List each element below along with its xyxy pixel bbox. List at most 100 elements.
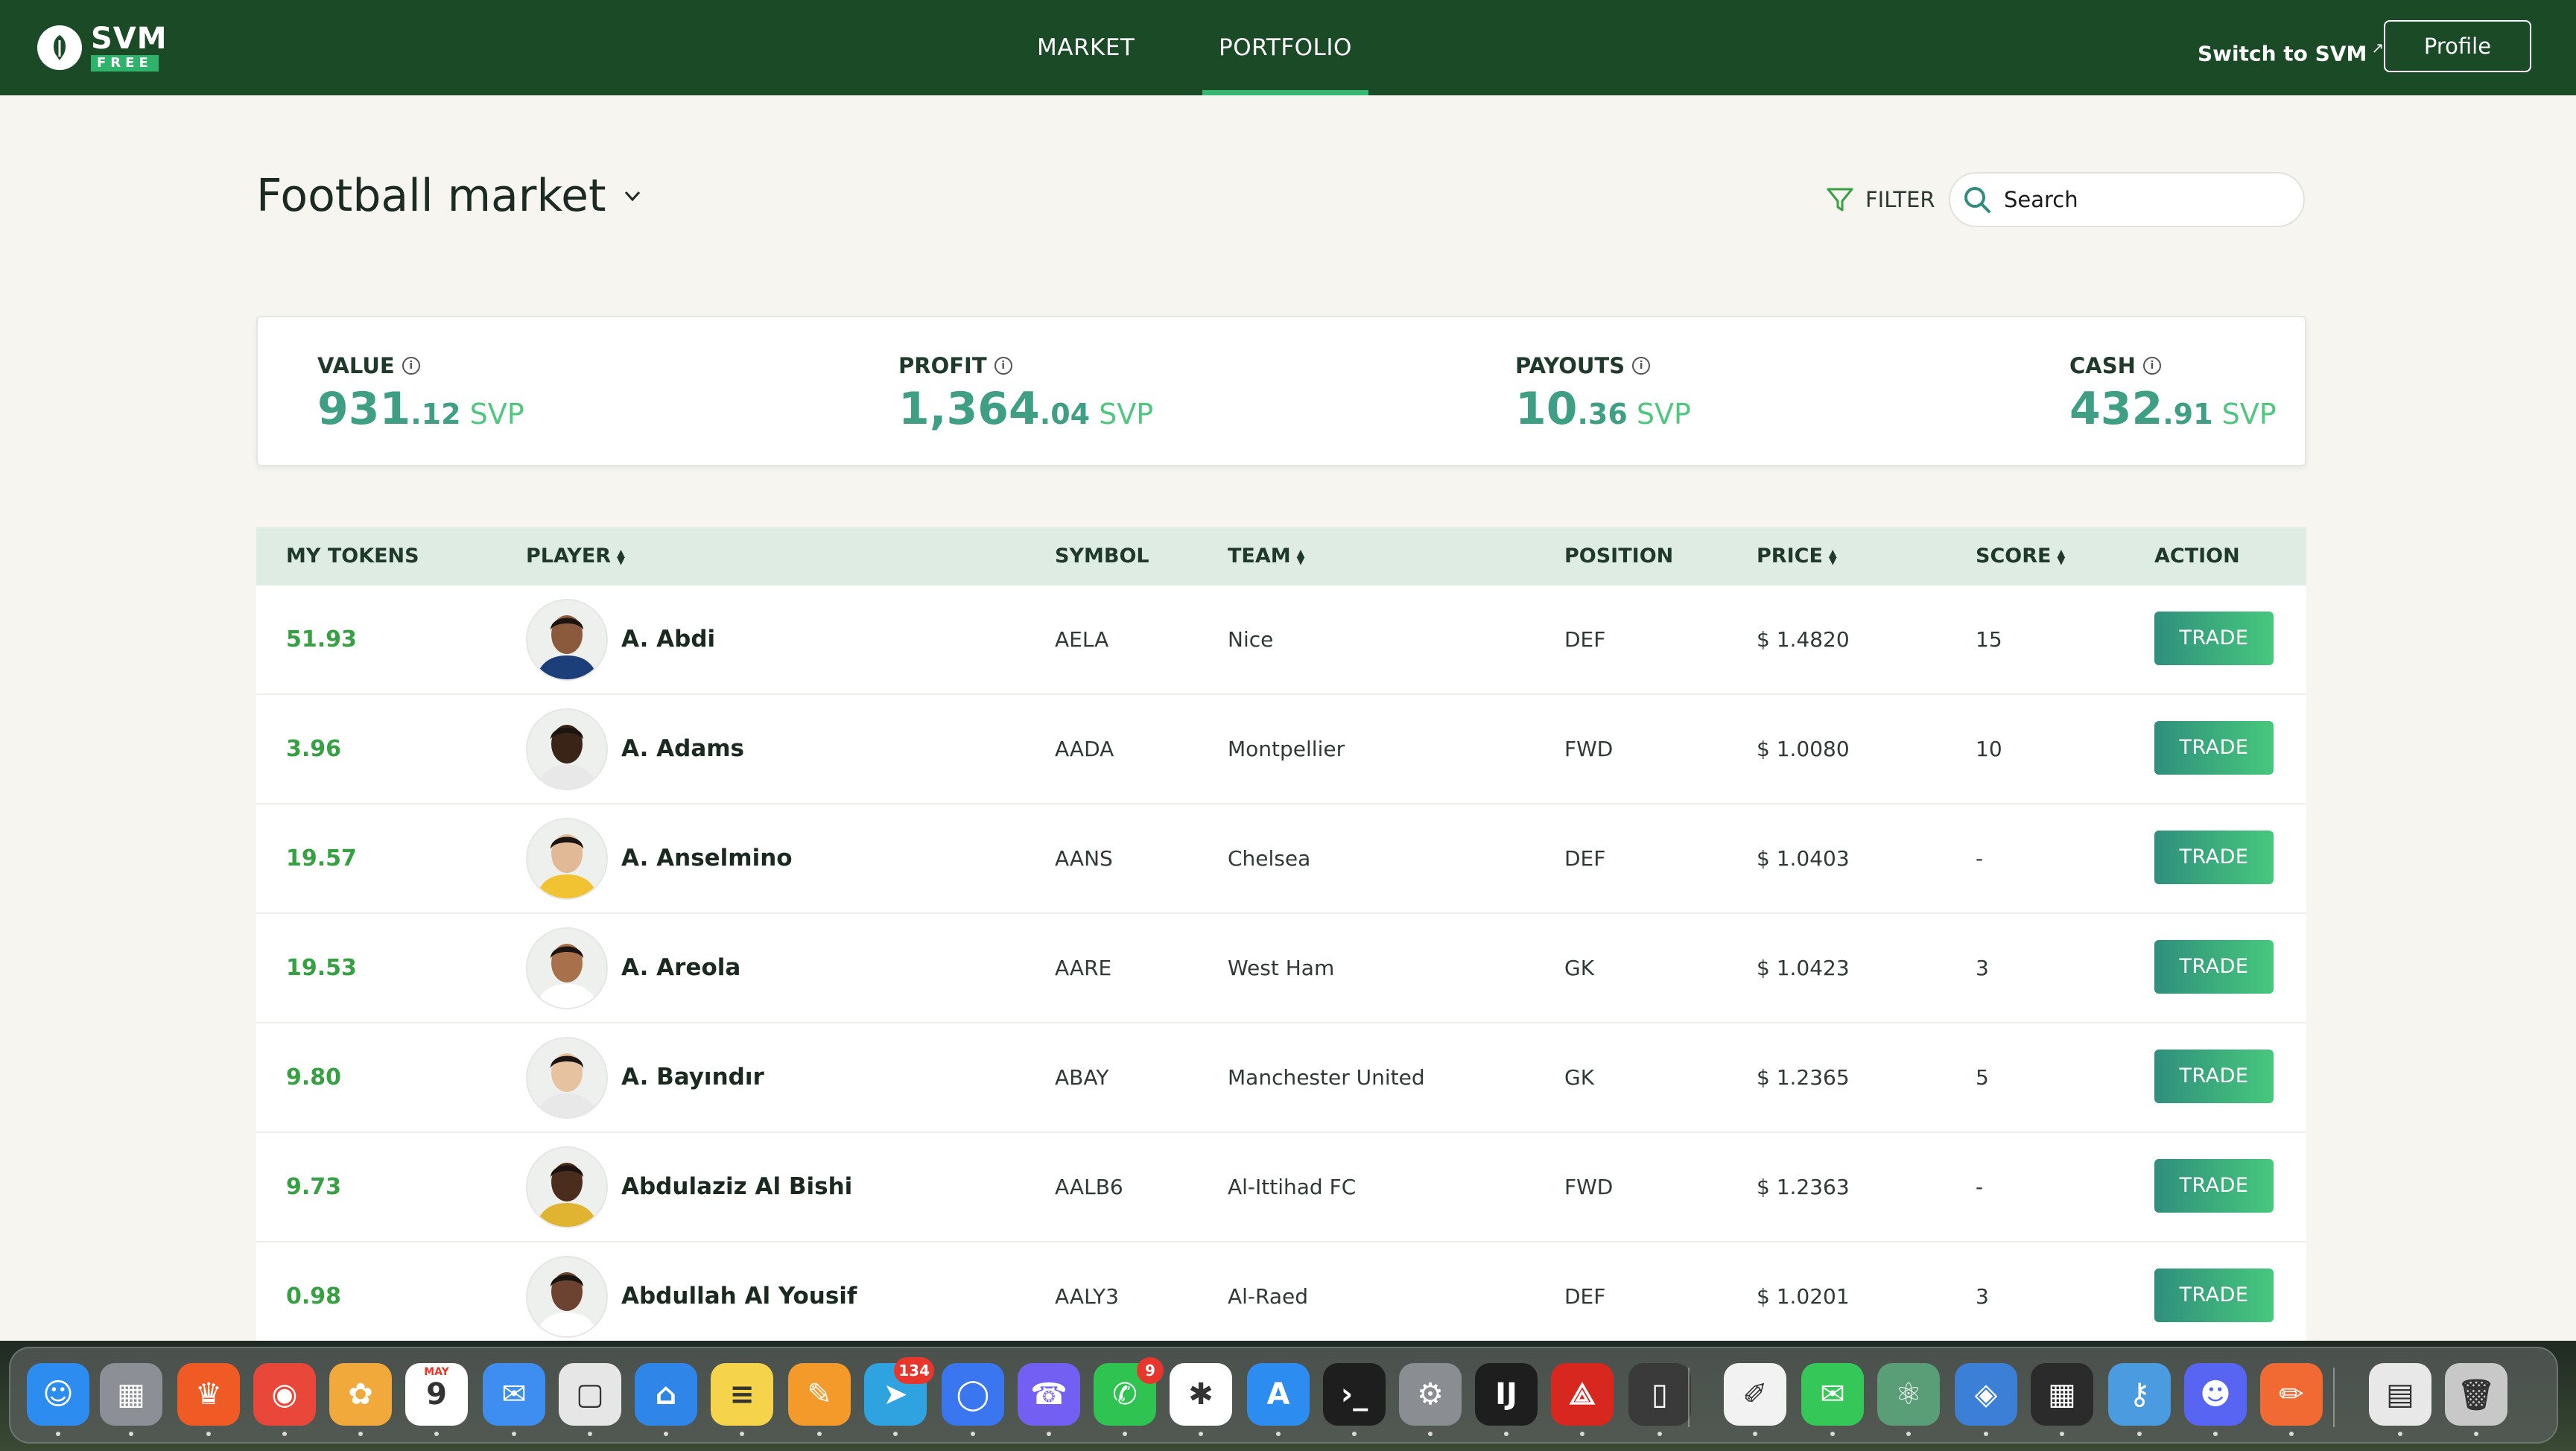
filter-button[interactable]: FILTER	[1824, 181, 1935, 218]
stat-unit: SVP	[1099, 398, 1154, 431]
app-store-icon[interactable]: A	[1247, 1363, 1310, 1436]
dock-glyph: ✱	[1188, 1377, 1214, 1412]
cell-position: FWD	[1564, 1175, 1614, 1199]
nav-active-indicator	[1202, 90, 1368, 95]
trade-button[interactable]: TRADE	[2154, 1269, 2274, 1322]
running-indicator	[2398, 1432, 2402, 1436]
trade-button[interactable]: TRADE	[2154, 940, 2274, 994]
cell-player[interactable]: Abdulaziz Al Bishi	[526, 1133, 852, 1241]
trade-button[interactable]: TRADE	[2154, 721, 2274, 775]
search-box[interactable]	[1949, 172, 2305, 227]
info-icon[interactable]: i	[994, 357, 1012, 375]
keynote-icon[interactable]: ⌂	[635, 1363, 697, 1436]
cell-player[interactable]: A. Abdi	[526, 585, 715, 693]
cell-position: FWD	[1564, 737, 1614, 761]
column-header-price[interactable]: PRICE ▲ ▼	[1757, 527, 1837, 585]
cell-player[interactable]: A. Bayındır	[526, 1023, 764, 1131]
cell-player[interactable]: A. Adams	[526, 695, 744, 803]
atom-icon[interactable]: ⚛	[1877, 1363, 1940, 1436]
downloads-stack-icon[interactable]: ▤	[2369, 1363, 2431, 1436]
table-row[interactable]: 3.96 A. Adams AADA Montpellier FWD $ 1.0080 10…	[256, 695, 2306, 804]
player-avatar	[526, 708, 608, 790]
calendar-icon[interactable]: MAY 9	[405, 1363, 468, 1436]
table-row[interactable]: 51.93 A. Abdi AELA Nice DEF $ 1.4820 15 TRADE	[256, 585, 2306, 695]
whatsapp-icon[interactable]: ✆ 9	[1094, 1357, 1164, 1436]
running-indicator	[740, 1432, 744, 1436]
discord-icon[interactable]: ☻	[2184, 1363, 2247, 1436]
intellij-icon[interactable]: IJ	[1475, 1363, 1538, 1436]
cell-tokens: 51.93	[286, 626, 357, 653]
trade-button[interactable]: TRADE	[2154, 612, 2274, 665]
screenshot-icon[interactable]: ◈	[1955, 1363, 2017, 1436]
player-name: A. Abdi	[621, 626, 716, 653]
switch-to-svm-link[interactable]: Switch to SVM ↗	[2198, 0, 2384, 95]
cell-player[interactable]: A. Areola	[526, 914, 740, 1022]
terminal-icon[interactable]: ›_	[1323, 1363, 1386, 1436]
table-row[interactable]: 9.80 A. Bayındır ABAY Manchester United GK $ …	[256, 1023, 2306, 1133]
player-avatar	[526, 927, 608, 1009]
sort-icon: ▲ ▼	[1828, 547, 1837, 567]
running-indicator	[1123, 1432, 1127, 1436]
signal-icon[interactable]: ◯	[942, 1363, 1004, 1436]
cell-price: $ 1.0201	[1757, 1284, 1850, 1309]
photos-icon[interactable]: ✿	[329, 1363, 392, 1436]
telegram-icon[interactable]: ➤ 134	[864, 1357, 934, 1436]
column-header-label: PLAYER	[526, 544, 612, 568]
messages-icon[interactable]: ✉	[1801, 1363, 1864, 1436]
running-indicator	[1352, 1432, 1357, 1436]
dock-glyph: ▢	[576, 1377, 604, 1412]
table-row[interactable]: 0.98 Abdullah Al Yousif AALY3 Al-Raed DEF $ 1…	[256, 1242, 2306, 1352]
chrome-icon[interactable]: ◉	[253, 1363, 316, 1436]
preview-icon[interactable]: ▢	[559, 1363, 621, 1436]
search-input[interactable]	[2002, 186, 2296, 213]
table-row[interactable]: 19.53 A. Areola AARE West Ham GK $ 1.0423 3 TRA…	[256, 914, 2306, 1023]
profile-button[interactable]: Profile	[2384, 20, 2531, 72]
trade-button[interactable]: TRADE	[2154, 1050, 2274, 1103]
trade-button[interactable]: TRADE	[2154, 831, 2274, 884]
viber-icon[interactable]: ☎	[1018, 1363, 1080, 1436]
nav-market[interactable]: MARKET	[1037, 0, 1135, 95]
cell-player[interactable]: A. Anselmino	[526, 804, 793, 912]
brave-icon[interactable]: ♛	[177, 1363, 240, 1436]
pencil-app-icon[interactable]: ✏	[2260, 1363, 2323, 1436]
calculator-icon[interactable]: ▦	[2031, 1363, 2093, 1436]
textedit-icon[interactable]: ✐	[1724, 1363, 1786, 1436]
trade-button[interactable]: TRADE	[2154, 1159, 2274, 1213]
table-body: 51.93 A. Abdi AELA Nice DEF $ 1.4820 15 TRADE 3.…	[256, 585, 2306, 1352]
table-row[interactable]: 19.57 A. Anselmino AANS Chelsea DEF $ 1.0403 -…	[256, 804, 2306, 914]
player-avatar	[526, 598, 608, 681]
nav-portfolio[interactable]: PORTFOLIO	[1202, 0, 1368, 95]
acrobat-icon[interactable]: ⟁	[1551, 1363, 1614, 1436]
portfolio-summary-card: VALUE i 931.12 SVP PROFIT i 1,364.04 SVP PAY…	[256, 316, 2306, 466]
column-header-team[interactable]: TEAM ▲ ▼	[1228, 527, 1304, 585]
info-icon[interactable]: i	[2142, 357, 2161, 375]
stat-value: VALUE i 931.12 SVP	[317, 353, 524, 435]
system-settings-icon[interactable]: ⚙	[1399, 1363, 1462, 1436]
table-header: MY TOKENS PLAYER ▲ ▼ SYMBOL TEAM ▲ ▼ POSITIO…	[256, 527, 2306, 585]
market-selector[interactable]: Football market	[256, 170, 644, 222]
dock-glyph: ▦	[2048, 1377, 2076, 1412]
pages-icon[interactable]: ✎	[788, 1363, 851, 1436]
player-name: A. Bayındır	[621, 1064, 764, 1090]
iphone-mirroring-icon[interactable]: ▯	[1628, 1363, 1691, 1436]
column-header-score[interactable]: SCORE ▲ ▼	[1976, 527, 2065, 585]
running-indicator	[1753, 1432, 1757, 1436]
brand-logo[interactable]: SVM FREE	[37, 22, 168, 73]
running-indicator	[588, 1432, 592, 1436]
cell-score: 3	[1976, 956, 1989, 980]
slack-icon[interactable]: ✱	[1170, 1363, 1232, 1436]
table-row[interactable]: 9.73 Abdulaziz Al Bishi AALB6 Al-Ittihad FC…	[256, 1133, 2306, 1242]
info-icon[interactable]: i	[1632, 357, 1651, 375]
info-icon[interactable]: i	[402, 357, 420, 375]
stat-unit: SVP	[2221, 398, 2277, 431]
keychain-icon[interactable]: ⚷	[2108, 1363, 2171, 1436]
notes-icon[interactable]: ≡	[711, 1363, 773, 1436]
column-header-player[interactable]: PLAYER ▲ ▼	[526, 527, 625, 585]
launchpad-icon[interactable]: ▦	[100, 1363, 162, 1436]
running-indicator	[1504, 1432, 1509, 1436]
cell-score: -	[1976, 846, 1984, 871]
cell-player[interactable]: Abdullah Al Yousif	[526, 1242, 857, 1350]
finder-icon[interactable]: ☺	[27, 1363, 89, 1436]
trash-icon[interactable]: 🗑	[2445, 1363, 2507, 1436]
mail-icon[interactable]: ✉	[483, 1363, 545, 1436]
